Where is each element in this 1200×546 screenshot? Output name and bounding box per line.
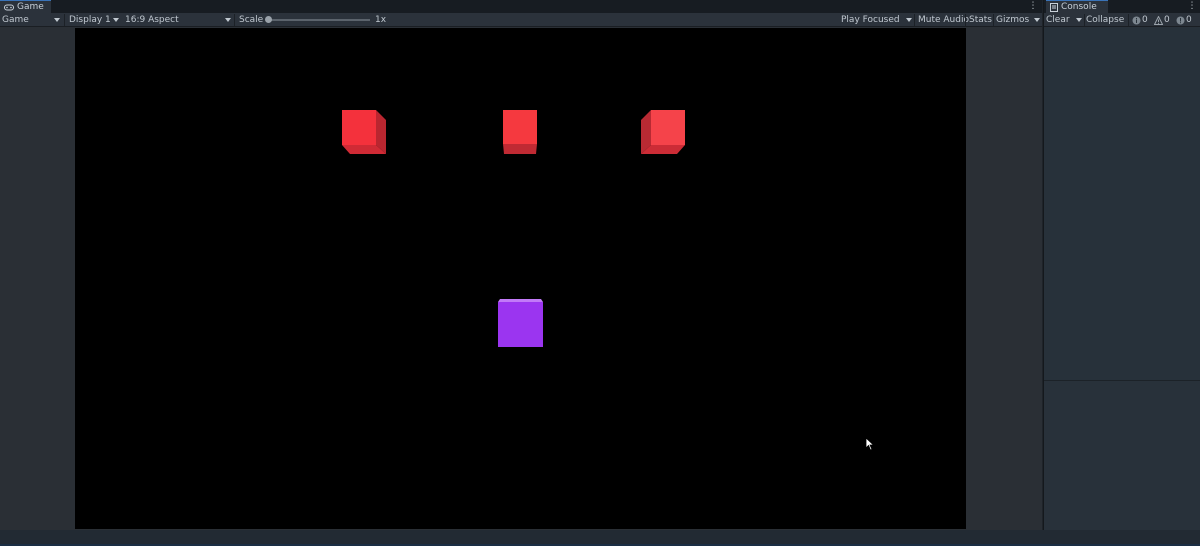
error-icon: [1176, 16, 1185, 24]
warning-icon: [1154, 15, 1163, 25]
scale-slider-handle[interactable]: [265, 16, 272, 23]
console-more-menu-icon[interactable]: ⋮: [1187, 0, 1197, 13]
error-count: 0: [1186, 15, 1192, 25]
console-toolbar: Clear Collapse 0 0 0: [1044, 13, 1200, 27]
clear-label: Clear: [1046, 15, 1070, 25]
mouse-cursor-icon: [865, 437, 875, 451]
gizmos-label: Gizmos: [996, 15, 1030, 25]
log-count-toggle[interactable]: 0: [1132, 13, 1148, 27]
scale-label: Scale: [239, 15, 264, 25]
collapse-toggle[interactable]: Collapse: [1086, 13, 1124, 27]
stats-toggle[interactable]: Stats: [969, 13, 992, 27]
scale-slider-track[interactable]: [268, 19, 370, 21]
toolbar-divider: [965, 14, 966, 26]
gamepad-icon: [4, 4, 14, 10]
console-log-list[interactable]: [1044, 28, 1200, 380]
warning-count: 0: [1164, 15, 1170, 25]
gizmos-dropdown[interactable]: Gizmos: [996, 13, 1040, 27]
game-toolbar: Game Display 1 16:9 Aspect Scale 1x Play…: [0, 13, 1042, 27]
toolbar-divider: [1084, 14, 1085, 26]
tab-console-label: Console: [1061, 2, 1097, 12]
tab-game-label: Game: [17, 2, 44, 12]
play-mode-dropdown[interactable]: Play Focused: [841, 13, 912, 27]
game-mode-label: Game: [2, 15, 29, 25]
warning-count-toggle[interactable]: 0: [1154, 13, 1170, 27]
display-label: Display 1: [69, 15, 111, 25]
log-count: 0: [1142, 15, 1148, 25]
console-tabstrip: Console ⋮: [1044, 0, 1200, 13]
game-panel: Game ⋮ Game Display 1 16:9 Aspect Scale …: [0, 0, 1042, 530]
aspect-dropdown[interactable]: 16:9 Aspect: [125, 13, 231, 27]
enemy-cube-center: [503, 110, 537, 154]
toolbar-divider: [234, 14, 235, 26]
toolbar-divider: [1128, 14, 1129, 26]
player-cube: [498, 299, 543, 347]
enemy-cube-right: [641, 110, 685, 154]
toolbar-divider: [64, 14, 65, 26]
clear-button[interactable]: Clear: [1046, 13, 1082, 27]
enemy-cube-left: [342, 110, 386, 154]
game-tabstrip: Game ⋮: [0, 0, 1042, 13]
console-detail-pane[interactable]: [1044, 380, 1200, 530]
display-dropdown[interactable]: Display 1: [69, 13, 119, 27]
game-mode-dropdown[interactable]: Game: [2, 13, 60, 27]
error-count-toggle[interactable]: 0: [1176, 13, 1192, 27]
aspect-label: 16:9 Aspect: [125, 15, 179, 25]
game-more-menu-icon[interactable]: ⋮: [1028, 0, 1038, 13]
console-icon: [1050, 2, 1058, 12]
console-panel: Console ⋮ Clear Collapse 0 0 0: [1043, 0, 1200, 530]
status-bar: [0, 530, 1200, 546]
tab-game[interactable]: Game: [0, 0, 51, 13]
toolbar-divider: [914, 14, 915, 26]
toolbar-divider: [993, 14, 994, 26]
play-mode-label: Play Focused: [841, 15, 900, 25]
scale-value: 1x: [375, 15, 387, 25]
tab-console[interactable]: Console: [1046, 0, 1108, 13]
game-viewport[interactable]: [75, 28, 966, 529]
mute-audio-toggle[interactable]: Mute Audio: [918, 13, 969, 27]
info-icon: [1132, 16, 1141, 24]
